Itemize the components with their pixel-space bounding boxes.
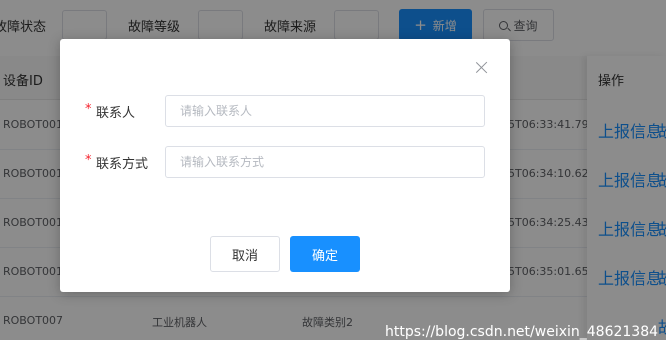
- contact-label: 联系人: [96, 106, 136, 121]
- confirm-button[interactable]: 确定: [290, 236, 360, 272]
- contact-dialog: * 联系人 * 联系方式 取消 确定: [60, 39, 510, 292]
- watermark-text: https://blog.csdn.net/weixin_48621384: [385, 324, 659, 340]
- contact-form-row: * 联系人: [60, 95, 510, 127]
- method-label: 联系方式: [96, 157, 149, 172]
- method-input[interactable]: [165, 146, 485, 178]
- close-icon[interactable]: [476, 61, 488, 73]
- contact-input[interactable]: [165, 95, 485, 127]
- method-form-row: * 联系方式: [60, 146, 510, 178]
- required-mark: *: [85, 102, 92, 117]
- cancel-button[interactable]: 取消: [210, 236, 280, 272]
- required-mark: *: [85, 153, 92, 168]
